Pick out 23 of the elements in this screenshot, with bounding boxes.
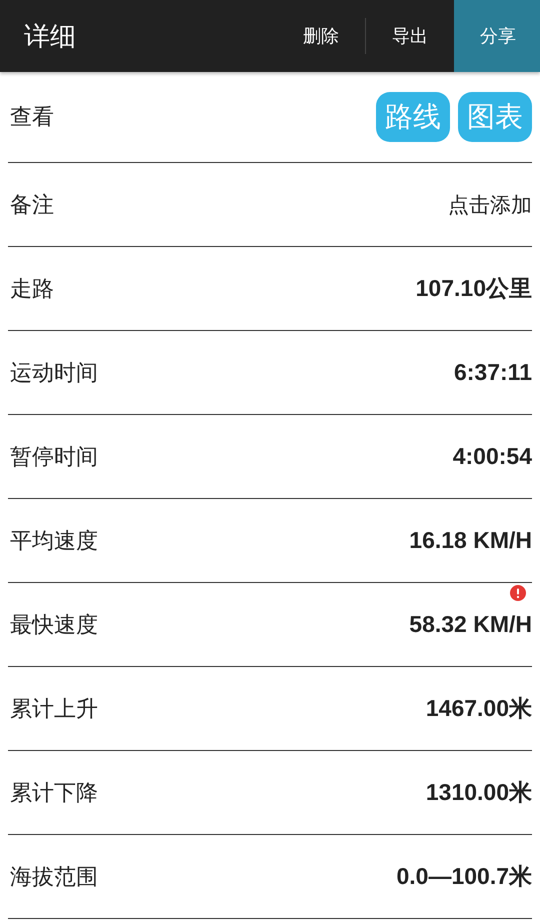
row-value: 107.10公里 (416, 275, 532, 301)
row-label: 运动时间 (9, 360, 98, 388)
row-value: 1467.00米 (426, 695, 532, 721)
row-value: 4:00:54 (452, 443, 532, 469)
page-title: 详细 (23, 20, 76, 54)
row-value: 6:37:11 (454, 359, 532, 385)
action-button[interactable]: 导出 (366, 0, 454, 72)
action-button[interactable]: 分享 (454, 0, 540, 72)
action-button[interactable]: 删除 (277, 0, 365, 72)
row-label: 备注 (9, 192, 54, 220)
row-label: 累计下降 (9, 780, 98, 808)
row-label: 查看 (9, 104, 54, 132)
add-note-link[interactable]: 点击添加 (448, 192, 532, 216)
row-value: 58.32 KM/H (409, 611, 532, 637)
row-value: 16.18 KM/H (409, 527, 532, 553)
row-label: 累计上升 (9, 696, 98, 724)
row-label: 走路 (9, 276, 54, 304)
row-label: 暂停时间 (9, 444, 98, 472)
row-value: 1310.00米 (426, 779, 532, 805)
row-value: 0.0—100.7米 (396, 863, 532, 889)
row-label: 海拔范围 (9, 864, 98, 892)
row-label: 最快速度 (9, 612, 98, 640)
row-label: 平均速度 (9, 528, 98, 556)
